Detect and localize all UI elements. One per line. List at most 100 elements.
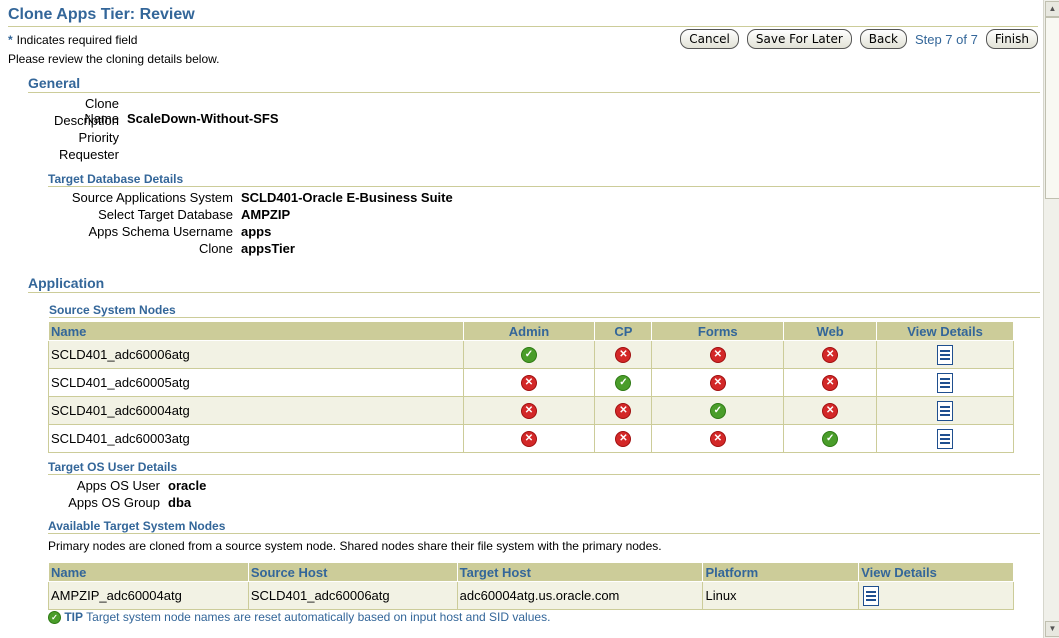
web-cell: ✓ [783, 424, 878, 453]
field-label: Apps OS User [76, 478, 160, 493]
scroll-thumb[interactable] [1045, 17, 1059, 199]
target-nodes-table: Name Source Host Target Host Platform Vi… [48, 562, 1014, 610]
field-value: SCLD401-Oracle E-Business Suite [241, 190, 453, 205]
instruction-text: Please review the cloning details below. [8, 52, 220, 66]
node-name: SCLD401_adc60005atg [51, 375, 190, 390]
forms-cell: ✕ [651, 368, 785, 397]
os-user-heading: Target OS User Details [48, 460, 178, 474]
view-details-icon[interactable] [937, 344, 954, 365]
web-cell: ✕ [783, 340, 878, 369]
error-icon: ✕ [709, 346, 726, 363]
cancel-button[interactable]: Cancel [680, 29, 739, 49]
field-source-app-system: Source Applications System SCLD401-Oracle… [48, 190, 453, 205]
field-label: Clone [199, 241, 233, 256]
column-header[interactable]: Web [783, 321, 878, 341]
target-db-heading: Target Database Details [48, 172, 184, 186]
forms-cell: ✕ [651, 340, 785, 369]
column-header[interactable]: Source Host [247, 562, 458, 582]
target-nodes-heading: Available Target System Nodes [48, 519, 226, 533]
column-header[interactable]: Target Host [456, 562, 704, 582]
error-icon: ✕ [709, 374, 726, 391]
error-icon: ✕ [709, 430, 726, 447]
node-name: SCLD401_adc60006atg [51, 347, 190, 362]
platform-cell: Linux [702, 581, 860, 610]
view-details-icon[interactable] [937, 400, 954, 421]
view-details-icon[interactable] [937, 428, 954, 449]
column-header[interactable]: Admin [462, 321, 596, 341]
view-details-icon[interactable] [863, 585, 880, 606]
required-note-text: Indicates required field [16, 33, 138, 47]
table-row: SCLD401_adc60003atg ✕ ✕ ✕ ✓ [48, 424, 1014, 453]
column-header[interactable]: Name [48, 562, 249, 582]
field-label: Priority [78, 130, 119, 145]
error-icon: ✕ [615, 402, 632, 419]
field-value: appsTier [241, 241, 295, 256]
column-header[interactable]: Forms [651, 321, 785, 341]
field-label: Apps OS Group [68, 495, 160, 510]
required-note: * Indicates required field [8, 33, 137, 47]
target-nodes-divider [48, 533, 1040, 534]
general-heading: General [28, 75, 81, 91]
name-cell: SCLD401_adc60005atg [48, 368, 464, 397]
field-apps-os-user: Apps OS User oracle [48, 478, 206, 493]
target-nodes-note: Primary nodes are cloned from a source s… [48, 539, 662, 553]
vertical-scrollbar[interactable]: ▲ ▼ [1043, 0, 1059, 638]
target-host-cell: adc60004atg.us.oracle.com [456, 581, 704, 610]
tip-label: TIP [64, 610, 84, 624]
source-host-cell: SCLD401_adc60006atg [247, 581, 458, 610]
name-cell: AMPZIP_adc60004atg [48, 581, 249, 610]
check-icon: ✓ [48, 611, 61, 625]
view-details-icon[interactable] [937, 372, 954, 393]
view-details-cell[interactable] [876, 424, 1014, 453]
back-button[interactable]: Back [859, 29, 907, 49]
field-label: Requester [59, 147, 119, 162]
field-value: ScaleDown-Without-SFS [127, 111, 279, 126]
field-description: Description [48, 113, 127, 128]
column-header[interactable]: CP [594, 321, 653, 341]
cp-cell: ✕ [594, 340, 653, 369]
view-details-cell[interactable] [858, 581, 1014, 610]
column-header[interactable]: Platform [702, 562, 860, 582]
application-heading: Application [28, 275, 105, 291]
error-icon: ✕ [615, 346, 632, 363]
field-clone: Clone appsTier [48, 241, 295, 256]
table-row: SCLD401_adc60005atg ✕ ✓ ✕ ✕ [48, 368, 1014, 397]
page: Clone Apps Tier: Review * Indicates requi… [0, 0, 1044, 638]
field-apps-os-group: Apps OS Group dba [48, 495, 191, 510]
view-details-cell[interactable] [876, 368, 1014, 397]
field-value: AMPZIP [241, 207, 291, 222]
source-nodes-table: Name Admin CP Forms Web View Details SCL… [48, 321, 1014, 453]
os-user-divider [48, 474, 1040, 475]
source-nodes-heading: Source System Nodes [49, 303, 176, 317]
error-icon: ✕ [520, 430, 537, 447]
platform: Linux [705, 588, 737, 603]
view-details-cell[interactable] [876, 340, 1014, 369]
target-db-divider [48, 186, 1040, 187]
column-header[interactable]: Name [48, 321, 464, 341]
cp-cell: ✓ [594, 368, 653, 397]
field-label: Apps Schema Username [88, 224, 233, 239]
source-nodes-divider [49, 317, 1040, 318]
table-row: SCLD401_adc60006atg ✓ ✕ ✕ ✕ [48, 340, 1014, 369]
column-header[interactable]: View Details [858, 562, 1014, 582]
name-cell: SCLD401_adc60006atg [48, 340, 464, 369]
view-details-cell[interactable] [876, 396, 1014, 425]
scroll-down-arrow-icon[interactable]: ▼ [1045, 621, 1059, 637]
finish-button[interactable]: Finish [985, 29, 1038, 49]
table-row: SCLD401_adc60004atg ✕ ✕ ✓ ✕ [48, 396, 1014, 425]
application-divider [28, 292, 1040, 293]
column-header[interactable]: View Details [876, 321, 1014, 341]
field-value: apps [241, 224, 272, 239]
scroll-up-arrow-icon[interactable]: ▲ [1045, 1, 1059, 17]
web-cell: ✕ [783, 368, 878, 397]
target-host: adc60004atg.us.oracle.com [459, 588, 620, 603]
check-icon: ✓ [520, 346, 537, 363]
table-row: AMPZIP_adc60004atg SCLD401_adc60006atg adc… [48, 581, 1014, 610]
step-indicator: Step 7 of 7 [914, 31, 978, 47]
field-label: Description [53, 113, 119, 128]
field-target-database: Select Target Database AMPZIP [48, 207, 290, 222]
error-icon: ✕ [615, 430, 632, 447]
admin-cell: ✕ [462, 396, 596, 425]
save-for-later-button[interactable]: Save For Later [746, 29, 852, 49]
field-apps-schema-username: Apps Schema Username apps [48, 224, 271, 239]
